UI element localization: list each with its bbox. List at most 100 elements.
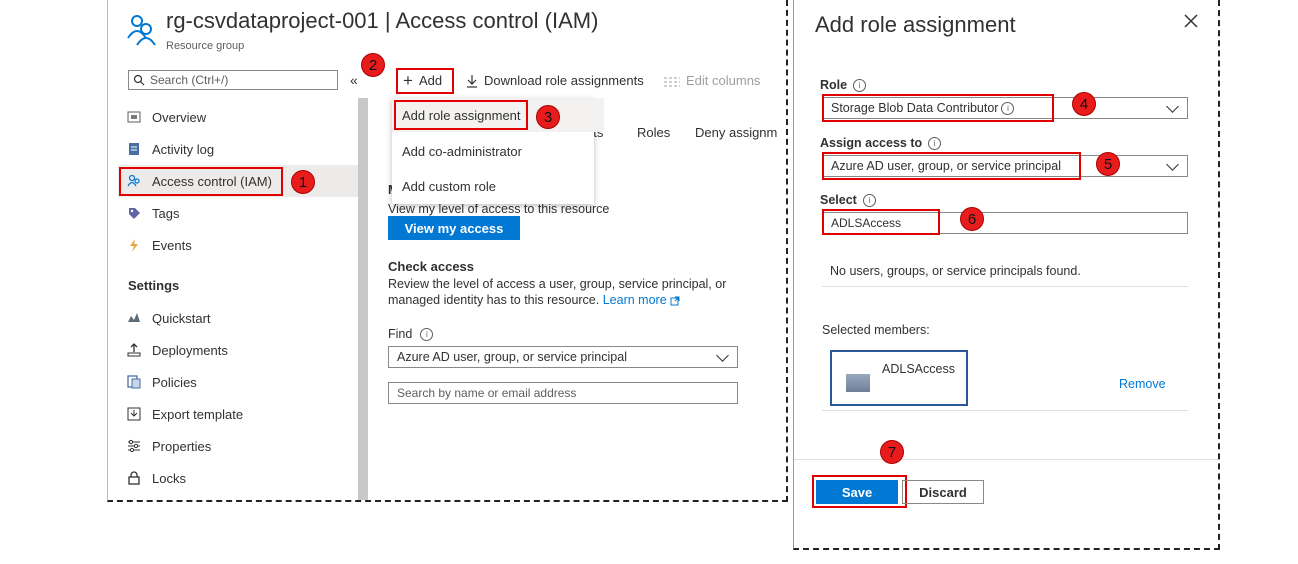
nav-item-properties[interactable]: Properties bbox=[126, 432, 346, 460]
policies-icon bbox=[126, 374, 142, 390]
add-button[interactable]: + Add bbox=[403, 70, 443, 90]
iam-icon bbox=[126, 173, 142, 189]
highlight-box-add-role bbox=[394, 100, 528, 130]
nav-item-activity-log[interactable]: Activity log bbox=[126, 135, 346, 163]
discard-button[interactable]: Discard bbox=[902, 480, 984, 504]
select-label-row: Select i bbox=[820, 193, 876, 207]
info-icon: i bbox=[853, 78, 867, 92]
events-icon bbox=[126, 237, 142, 253]
page-subtitle: Resource group bbox=[166, 40, 245, 52]
nav-item-export-template[interactable]: Export template bbox=[126, 400, 346, 428]
tab-deny-assignments[interactable]: Deny assignm bbox=[695, 125, 777, 140]
step-badge-3: 3 bbox=[536, 105, 560, 129]
nav-label: Properties bbox=[152, 438, 212, 454]
lock-icon bbox=[126, 470, 142, 486]
nav-label: Access control (IAM) bbox=[152, 173, 272, 189]
nav-label: Quickstart bbox=[152, 310, 211, 326]
nav-label: Overview bbox=[152, 109, 207, 125]
nav-item-overview[interactable]: Overview bbox=[126, 103, 346, 131]
external-link-icon bbox=[670, 296, 680, 306]
close-icon[interactable] bbox=[1184, 14, 1198, 33]
download-icon bbox=[466, 74, 478, 88]
find-dropdown[interactable]: Azure AD user, group, or service princip… bbox=[388, 346, 738, 368]
quickstart-icon bbox=[126, 310, 142, 326]
check-access-text-2-row: managed identity has to this resource. L… bbox=[388, 292, 680, 308]
member-name: ADLSAccess bbox=[882, 362, 955, 376]
role-label-row: Role i bbox=[820, 78, 867, 92]
divider bbox=[822, 286, 1188, 287]
info-icon: i bbox=[862, 193, 876, 207]
step-badge-2: 2 bbox=[361, 53, 385, 77]
edit-columns-label: Edit columns bbox=[686, 73, 761, 88]
find-label: Find bbox=[388, 327, 413, 341]
collapse-menu-icon[interactable]: « bbox=[350, 72, 358, 88]
nav-label: Tags bbox=[152, 205, 180, 221]
step-badge-1: 1 bbox=[291, 170, 315, 194]
page-title: rg-csvdataproject-001 | Access control (… bbox=[166, 8, 599, 33]
resource-menu-search[interactable]: Search (Ctrl+/) bbox=[128, 70, 338, 90]
plus-icon: + bbox=[403, 70, 413, 90]
step-badge-4: 4 bbox=[1072, 92, 1096, 116]
role-label: Role bbox=[820, 78, 848, 92]
tag-icon bbox=[126, 205, 142, 221]
nav-item-events[interactable]: Events bbox=[126, 231, 346, 259]
nav-label: Locks bbox=[152, 470, 186, 486]
no-results-text: No users, groups, or service principals … bbox=[830, 264, 1081, 278]
chevron-down-icon bbox=[1166, 99, 1179, 113]
blade-title: Add role assignment bbox=[815, 12, 1016, 37]
search-icon bbox=[133, 74, 145, 86]
highlight-box-save bbox=[812, 475, 907, 508]
nav-label: Events bbox=[152, 237, 192, 253]
menu-scrollbar[interactable] bbox=[358, 98, 368, 500]
info-icon: i bbox=[928, 136, 942, 150]
nav-item-locks[interactable]: Locks bbox=[126, 464, 346, 492]
nav-label: Export template bbox=[152, 406, 244, 422]
check-access-heading: Check access bbox=[388, 259, 475, 274]
step-badge-5: 5 bbox=[1096, 152, 1120, 176]
nav-label: Activity log bbox=[152, 141, 215, 157]
check-access-text-2: managed identity has to this resource. bbox=[388, 293, 600, 307]
export-template-icon bbox=[126, 406, 142, 422]
assign-access-label-row: Assign access to i bbox=[820, 136, 942, 150]
download-label: Download role assignments bbox=[484, 73, 644, 88]
download-role-assignments-button[interactable]: Download role assignments bbox=[466, 73, 644, 88]
activity-log-icon bbox=[126, 141, 142, 157]
menu-item-add-co-administrator[interactable]: Add co-administrator bbox=[392, 134, 604, 168]
find-dropdown-value: Azure AD user, group, or service princip… bbox=[397, 350, 627, 364]
selected-member-card[interactable]: ADLSAccess bbox=[830, 350, 968, 406]
add-button-label: Add bbox=[418, 73, 443, 88]
search-placeholder: Search (Ctrl+/) bbox=[150, 73, 229, 87]
find-label-row: Find i bbox=[388, 327, 434, 341]
menu-item-add-custom-role[interactable]: Add custom role bbox=[392, 169, 604, 203]
deployments-icon bbox=[126, 342, 142, 358]
highlight-box-role bbox=[822, 94, 1054, 122]
info-icon: i bbox=[420, 327, 434, 341]
settings-heading: Settings bbox=[128, 278, 180, 293]
tab-roles[interactable]: Roles bbox=[637, 125, 670, 140]
footer-divider bbox=[794, 459, 1218, 460]
step-badge-6: 6 bbox=[960, 207, 984, 231]
nav-item-deployments[interactable]: Deployments bbox=[126, 336, 346, 364]
add-role-assignment-blade: Add role assignment Role i Storage Blob … bbox=[793, 0, 1220, 550]
nav-item-tags[interactable]: Tags bbox=[126, 199, 346, 227]
check-access-text-1: Review the level of access a user, group… bbox=[388, 277, 727, 291]
remove-member-link[interactable]: Remove bbox=[1119, 377, 1166, 391]
nav-label: Deployments bbox=[152, 342, 228, 358]
chevron-down-icon bbox=[1166, 157, 1179, 171]
nav-item-policies[interactable]: Policies bbox=[126, 368, 346, 396]
check-access-search-input[interactable]: Search by name or email address bbox=[388, 382, 738, 404]
edit-columns-button[interactable]: Edit columns bbox=[664, 73, 760, 88]
view-my-access-button[interactable]: View my access bbox=[388, 216, 520, 240]
highlight-box-assign bbox=[822, 152, 1081, 180]
chevron-down-icon bbox=[716, 348, 729, 362]
overview-icon bbox=[126, 109, 142, 125]
iam-blade: rg-csvdataproject-001 | Access control (… bbox=[107, 0, 788, 502]
assign-access-label: Assign access to bbox=[820, 136, 923, 150]
nav-label: Policies bbox=[152, 374, 197, 390]
select-label: Select bbox=[820, 193, 857, 207]
divider bbox=[822, 410, 1188, 411]
nav-item-quickstart[interactable]: Quickstart bbox=[126, 304, 346, 332]
columns-icon bbox=[664, 75, 680, 87]
step-badge-7: 7 bbox=[880, 440, 904, 464]
learn-more-link[interactable]: Learn more bbox=[603, 293, 667, 307]
